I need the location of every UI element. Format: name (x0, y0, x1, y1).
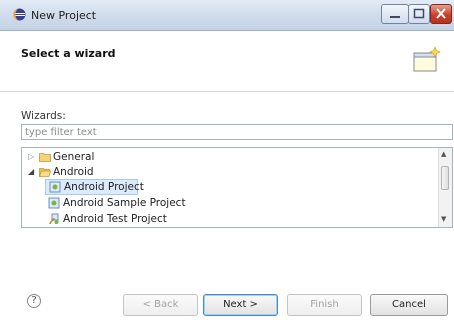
scroll-up-icon[interactable]: ▲ (441, 150, 446, 158)
back-button[interactable]: < Back (123, 294, 198, 316)
close-button[interactable] (430, 4, 452, 24)
title-bar: New Project (0, 0, 454, 31)
tree-item-label: Android (53, 166, 94, 178)
collapsed-arrow-icon[interactable]: ▷ (28, 149, 34, 165)
tree-item-label: Android Test Project (63, 213, 167, 225)
tree-scrollbar[interactable]: ▲ ▼ (438, 148, 452, 227)
eclipse-icon (13, 8, 26, 21)
cancel-button[interactable]: Cancel (370, 294, 448, 316)
filter-input[interactable] (21, 124, 453, 140)
maximize-icon (413, 8, 425, 19)
tree-item-android-test-project[interactable]: Android Test Project (45, 211, 245, 227)
window-title: New Project (31, 9, 97, 22)
tree-item-android-project[interactable]: Android Project (45, 179, 144, 195)
minimize-button[interactable] (381, 4, 409, 24)
close-icon (436, 8, 446, 19)
expanded-arrow-icon[interactable]: ◢ (28, 164, 34, 180)
android-project-icon (48, 197, 60, 209)
folder-icon (39, 153, 51, 162)
help-button[interactable]: ? (27, 294, 41, 308)
wizards-label: Wizards: (21, 110, 66, 122)
scroll-thumb[interactable] (441, 166, 449, 190)
page-title: Select a wizard (21, 47, 116, 60)
wizard-header: Select a wizard (0, 31, 454, 92)
minimize-icon (390, 16, 400, 18)
tree-item-android[interactable]: ◢ Android (22, 164, 422, 180)
tree-item-label: Android Project (64, 181, 144, 193)
android-project-icon (49, 181, 61, 193)
tree-item-android-sample-project[interactable]: Android Sample Project (45, 195, 245, 211)
folder-open-icon (39, 168, 51, 177)
new-wizard-icon (413, 46, 441, 72)
finish-button[interactable]: Finish (287, 294, 362, 316)
next-button[interactable]: Next > (203, 294, 278, 316)
android-test-icon (49, 213, 59, 225)
tree-item-label: Android Sample Project (63, 197, 186, 209)
wizard-tree[interactable]: ▷ General ◢ Android Android Project Andr… (21, 147, 453, 228)
maximize-button[interactable] (408, 4, 430, 24)
tree-item-general[interactable]: ▷ General (22, 149, 422, 165)
tree-item-label: General (53, 151, 95, 163)
scroll-down-icon[interactable]: ▼ (441, 215, 446, 223)
